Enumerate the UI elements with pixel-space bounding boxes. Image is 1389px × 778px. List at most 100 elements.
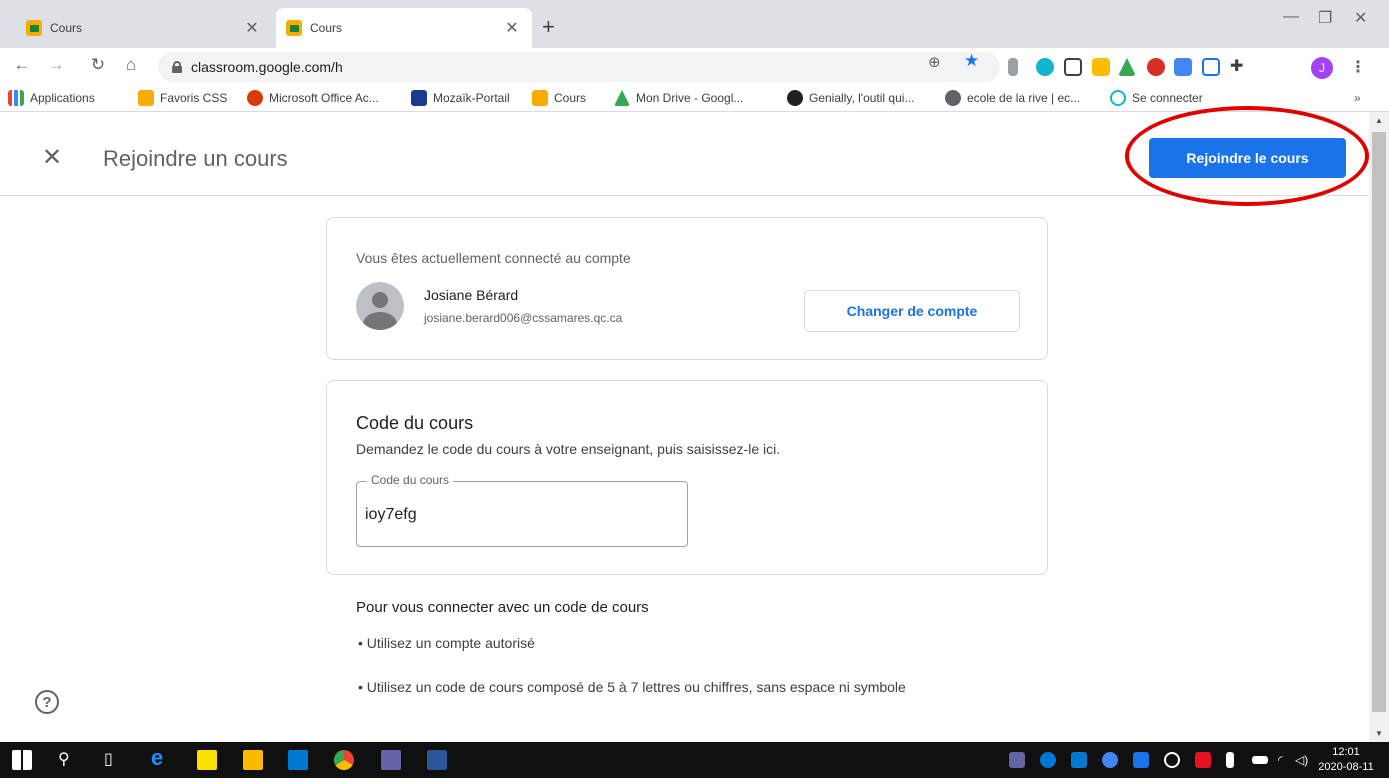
tab-close-icon[interactable]: ✕: [242, 18, 262, 38]
account-name: Josiane Bérard: [424, 287, 519, 303]
course-code-title: Code du cours: [356, 413, 474, 433]
join-course-button[interactable]: Rejoindre le cours: [1149, 138, 1346, 178]
outlook-tray-icon[interactable]: [1071, 752, 1087, 768]
account-card: Vous êtes actuellement connecté au compt…: [326, 217, 1048, 360]
bookmark-mon-drive[interactable]: Mon Drive - Googl...: [614, 90, 743, 106]
drive-extension-icon[interactable]: [1118, 58, 1136, 76]
globe-icon: [945, 90, 961, 106]
scrollbar-thumb[interactable]: [1372, 132, 1386, 712]
bookmark-star-icon[interactable]: ★: [964, 51, 979, 71]
forward-arrow-icon[interactable]: →: [44, 55, 68, 75]
classroom-favicon-icon: [26, 20, 42, 36]
windows-taskbar: ⚲ ▯ e ◜ ◁) 12:01 2020-08-11: [0, 742, 1389, 778]
lock-icon: [172, 61, 182, 73]
url-text: classroom.google.com/h: [191, 59, 343, 75]
zoom-icon[interactable]: ⊕: [928, 53, 941, 71]
scroll-up-icon[interactable]: ▲: [1375, 116, 1383, 125]
wifi-icon[interactable]: ◜: [1278, 753, 1283, 767]
page-header: ✕ Rejoindre un cours Rejoindre le cours: [0, 112, 1369, 196]
browser-tab[interactable]: Cours ✕: [16, 8, 272, 48]
edge-icon[interactable]: e: [151, 745, 163, 771]
menu-kebab-icon[interactable]: ⋮: [1350, 57, 1366, 77]
adblock-extension-icon[interactable]: [1147, 58, 1165, 76]
course-code-field[interactable]: Code du cours: [356, 473, 688, 547]
account-intro: Vous êtes actuellement connecté au compt…: [356, 250, 631, 266]
taskbar-clock[interactable]: 12:01 2020-08-11: [1316, 745, 1376, 775]
compass-extension-icon[interactable]: [1036, 58, 1054, 76]
page-scrollbar[interactable]: ▲ ▼: [1369, 112, 1389, 742]
tab-title: Cours: [310, 21, 343, 35]
minimize-icon[interactable]: —: [1283, 8, 1299, 26]
extensions-puzzle-icon[interactable]: ✚: [1230, 56, 1243, 76]
bookmarks-overflow-icon[interactable]: »: [1354, 91, 1361, 105]
sync-tray-icon[interactable]: [1102, 752, 1118, 768]
outlook-icon[interactable]: [288, 750, 308, 770]
network-tray-icon[interactable]: [1164, 752, 1180, 768]
course-code-input[interactable]: [365, 502, 665, 528]
tab-strip: Cours ✕ Cours ✕ + — ❐ ✕: [0, 0, 1389, 48]
profile-avatar[interactable]: J: [1311, 57, 1333, 79]
classroom-icon: [532, 90, 548, 106]
bookmark-microsoft-office[interactable]: Microsoft Office Ac...: [247, 90, 379, 106]
help-icon[interactable]: ?: [35, 690, 59, 714]
sticky-notes-icon[interactable]: [197, 750, 217, 770]
bookmark-ecole-de-la-rive[interactable]: ecole de la rive | ec...: [945, 90, 1080, 106]
task-view-icon[interactable]: ▯: [104, 749, 113, 769]
volume-icon[interactable]: ◁): [1295, 753, 1308, 767]
security-tray-icon[interactable]: [1195, 752, 1211, 768]
address-bar[interactable]: classroom.google.com/h: [158, 52, 1000, 82]
apps-grid-icon: [8, 90, 24, 106]
switch-account-button[interactable]: Changer de compte: [804, 290, 1020, 332]
home-icon[interactable]: ⌂: [119, 55, 143, 75]
bookmark-favoris-css[interactable]: Favoris CSS: [138, 90, 227, 106]
rules-title: Pour vous connecter avec un code de cour…: [356, 599, 649, 616]
teams-tray-icon[interactable]: [1009, 752, 1025, 768]
new-tab-icon[interactable]: +: [542, 14, 555, 40]
translate-extension-icon[interactable]: [1174, 58, 1192, 76]
chrome-icon[interactable]: [334, 750, 354, 770]
avatar: [356, 282, 404, 330]
bookmark-applications[interactable]: Applications: [8, 90, 95, 106]
connect-icon: [1110, 90, 1126, 106]
bookmark-cours[interactable]: Cours: [532, 90, 586, 106]
scroll-down-icon[interactable]: ▼: [1375, 729, 1383, 738]
onedrive-tray-icon[interactable]: [1040, 752, 1056, 768]
word-icon[interactable]: [427, 750, 447, 770]
clock-time: 12:01: [1332, 746, 1360, 758]
restore-icon[interactable]: ❐: [1318, 8, 1332, 28]
search-icon[interactable]: ⚲: [58, 749, 70, 769]
tab-title: Cours: [50, 21, 83, 35]
folder-icon: [138, 90, 154, 106]
back-arrow-icon[interactable]: ←: [10, 55, 34, 75]
reload-icon[interactable]: ↻: [86, 55, 110, 75]
office-icon: [247, 90, 263, 106]
account-email: josiane.berard006@cssamares.qc.ca: [424, 311, 623, 325]
bookmarks-bar: Applications Favoris CSS Microsoft Offic…: [0, 86, 1389, 112]
tab-close-icon[interactable]: ✕: [502, 18, 522, 38]
office-extension-icon[interactable]: [1008, 58, 1018, 76]
rule-item: • Utilisez un code de cours composé de 5…: [358, 679, 906, 695]
clock-date: 2020-08-11: [1318, 761, 1374, 773]
close-icon[interactable]: ✕: [42, 146, 62, 170]
microphone-tray-icon[interactable]: [1226, 752, 1234, 768]
mozaik-icon: [411, 90, 427, 106]
app-tray-icon[interactable]: [1133, 752, 1149, 768]
page-title: Rejoindre un cours: [103, 146, 288, 171]
bookmark-se-connecter[interactable]: Se connecter: [1110, 90, 1203, 106]
rule-item: • Utilisez un compte autorisé: [358, 635, 535, 651]
bookmark-mozaik-portail[interactable]: Mozaïk-Portail: [411, 90, 510, 106]
battery-tray-icon[interactable]: [1252, 756, 1268, 764]
grid-extension-icon[interactable]: [1064, 58, 1082, 76]
hand-extension-icon[interactable]: [1092, 58, 1110, 76]
screen-extension-icon[interactable]: [1202, 58, 1220, 76]
window-close-icon[interactable]: ✕: [1354, 8, 1367, 28]
browser-tab-active[interactable]: Cours ✕: [276, 8, 532, 48]
browser-toolbar: ← → ↻ ⌂ classroom.google.com/h ⊕ ★ ✚ J ⋮: [0, 48, 1389, 86]
teams-icon[interactable]: [381, 750, 401, 770]
windows-start-icon[interactable]: [12, 750, 32, 770]
file-explorer-icon[interactable]: [243, 750, 263, 770]
bookmark-genially[interactable]: Genially, l'outil qui...: [787, 90, 914, 106]
genially-icon: [787, 90, 803, 106]
course-code-field-label: Code du cours: [367, 473, 454, 487]
drive-icon: [614, 90, 630, 106]
